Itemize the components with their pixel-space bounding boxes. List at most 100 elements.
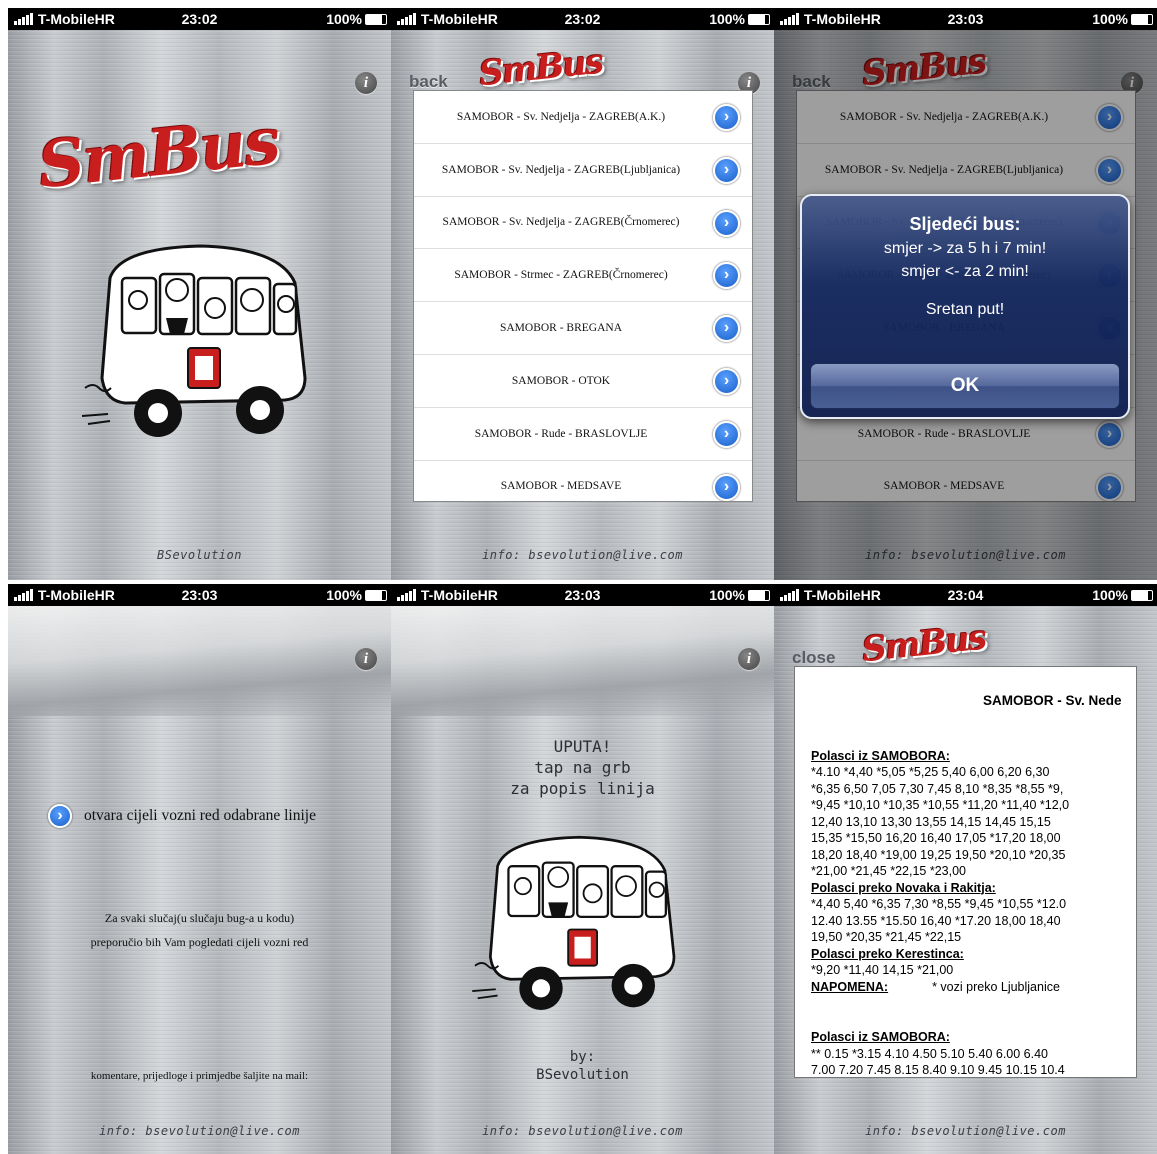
instruction-title: UPUTA! xyxy=(553,737,612,756)
instruction-line: za popis linija xyxy=(510,779,655,798)
note-line: Za svaki slučaj(u slučaju bug-a u kodu) xyxy=(104,911,295,925)
screen-next-bus-alert: T-MobileHR 23:03 100% back SmBus i SAMOB… xyxy=(774,8,1157,580)
route-label: SAMOBOR - BREGANA xyxy=(499,322,623,335)
schedule-line: *9,45 *10,10 *10,35 *10,55 *11,20 *11,40… xyxy=(811,798,1070,812)
screen-timetable: T-MobileHR 23:04 100% close SmBus SAMOBO… xyxy=(774,584,1157,1154)
footer-email: info: bsevolution@live.com xyxy=(865,1124,1066,1138)
status-bar: T-MobileHR 23:02 100% xyxy=(391,8,774,30)
schedule-line: *6,35 6,50 7,05 7,30 7,45 8,10 *8,35 *8,… xyxy=(811,781,1064,796)
footer-email: info: bsevolution@live.com xyxy=(482,548,683,562)
battery-percent: 100% xyxy=(1092,11,1128,27)
battery-icon xyxy=(1131,14,1153,25)
alert-line: smjer -> za 5 h i 7 min! xyxy=(883,240,1047,257)
alert-line: smjer <- za 2 min! xyxy=(901,263,1029,280)
disclosure-icon[interactable]: › xyxy=(713,367,740,395)
disclosure-icon[interactable]: › xyxy=(713,315,740,343)
page-curl[interactable] xyxy=(391,606,774,716)
status-bar: T-MobileHR 23:02 100% xyxy=(8,8,391,30)
route-label: SAMOBOR - Sv. Nedjelja - ZAGREB(Črnomere… xyxy=(442,216,680,229)
status-bar: T-MobileHR 23:03 100% xyxy=(391,584,774,606)
route-row[interactable]: SAMOBOR - Sv. Nedjelja - ZAGREB(A.K.) › xyxy=(414,91,752,144)
author-label: BSevolution xyxy=(536,1067,629,1083)
section-heading: Polasci preko Kerestinca: xyxy=(811,946,964,961)
schedule-line: 15,35 *15,50 16,20 16,40 17,05 *17,20 18… xyxy=(811,831,1061,845)
battery-icon xyxy=(1131,590,1153,601)
hint-text: otvara cijeli vozni red odabrane linije xyxy=(84,807,316,824)
route-label: SAMOBOR - Strmec - ZAGREB(Črnomerec) xyxy=(454,269,668,282)
info-button[interactable]: i xyxy=(738,648,760,670)
battery-percent: 100% xyxy=(709,587,745,603)
route-row[interactable]: SAMOBOR - Rude - BRASLOVLJE › xyxy=(414,408,752,461)
disclosure-icon[interactable]: › xyxy=(713,156,740,184)
timetable-view[interactable]: SAMOBOR - Sv. Nede Polasci iz SAMOBORA: … xyxy=(794,666,1137,1078)
schedule-line: ** 0.15 *3.15 4.10 4.50 5.10 5.40 6.00 6… xyxy=(811,1046,1049,1061)
route-list: SAMOBOR - Sv. Nedjelja - ZAGREB(A.K.) › S… xyxy=(413,90,753,502)
battery-icon xyxy=(365,14,387,25)
battery-percent: 100% xyxy=(326,11,362,27)
route-row[interactable]: SAMOBOR - Sv. Nedjelja - ZAGREB(Črnomere… xyxy=(414,197,752,250)
mail-note: komentare, prijedloge i primjedbe šaljit… xyxy=(90,1070,309,1082)
instruction-line: tap na grb xyxy=(534,758,631,777)
schedule-line: *4.10 *4,40 *5,05 *5,25 5,40 6,00 6,20 6… xyxy=(811,765,1050,779)
section-heading: Polasci preko Novaka i Rakitja: xyxy=(811,880,996,895)
schedule-line: *4,40 5,40 *6,35 7,30 *8,55 *9,45 *10,55… xyxy=(811,897,1067,911)
disclosure-icon[interactable]: › xyxy=(713,420,740,448)
route-label: SAMOBOR - Sv. Nedjelja - ZAGREB(Ljubljan… xyxy=(441,163,681,176)
page-curl[interactable] xyxy=(8,606,391,716)
note-text: * vozi preko Ljubljanice xyxy=(932,979,1060,994)
app-logo: SmBus xyxy=(860,617,987,671)
ok-button[interactable]: OK xyxy=(810,363,1120,409)
route-row[interactable]: SAMOBOR - BREGANA › xyxy=(414,302,752,355)
app-logo: SmBus xyxy=(477,41,604,95)
battery-icon xyxy=(748,14,770,25)
info-button[interactable]: i xyxy=(355,72,377,94)
schedule-line: 12.40 13.55 *15.50 16,40 *17.20 18,00 18… xyxy=(811,913,1061,928)
schedule-line: 12,40 13,10 13,30 13,55 14,15 14,45 15,1… xyxy=(811,814,1051,829)
status-bar: T-MobileHR 23:03 100% xyxy=(774,8,1157,30)
footer-author: BSevolution xyxy=(157,548,242,562)
section-heading: Polasci iz SAMOBORA: xyxy=(811,1030,950,1044)
route-row[interactable]: SAMOBOR - Sv. Nedjelja - ZAGREB(Ljubljan… xyxy=(414,144,752,197)
status-bar: T-MobileHR 23:04 100% xyxy=(774,584,1157,606)
bus-illustration[interactable] xyxy=(469,830,689,1020)
route-label: SAMOBOR - OTOK xyxy=(511,374,611,387)
by-label: by: xyxy=(569,1049,596,1065)
bus-illustration[interactable] xyxy=(80,238,320,448)
timetable-title: SAMOBOR - Sv. Nede xyxy=(983,693,1122,708)
screen-route-list: T-MobileHR 23:02 100% back SmBus i SAMOB… xyxy=(391,8,774,580)
battery-icon xyxy=(748,590,770,601)
note-label: NAPOMENA: xyxy=(811,979,889,994)
route-row[interactable]: SAMOBOR - OTOK › xyxy=(414,355,752,408)
screen-info: T-MobileHR 23:03 100% i › otvara cijeli … xyxy=(8,584,391,1154)
schedule-line: *21,00 *21,45 *22,15 *23,00 xyxy=(811,864,966,878)
route-label: SAMOBOR - MEDSAVE xyxy=(500,480,622,493)
footer-email: info: bsevolution@live.com xyxy=(99,1124,300,1138)
battery-percent: 100% xyxy=(1092,587,1128,603)
disclosure-icon: › xyxy=(48,804,72,828)
route-row[interactable]: SAMOBOR - MEDSAVE › xyxy=(414,461,752,501)
screen-home: T-MobileHR 23:02 100% i SmBus BSevolutio… xyxy=(8,8,391,580)
route-row[interactable]: SAMOBOR - Strmec - ZAGREB(Črnomerec) › xyxy=(414,249,752,303)
battery-icon xyxy=(365,590,387,601)
schedule-line: 7.00 7.20 7.45 8.15 8.40 9.10 9.45 10.15… xyxy=(811,1063,1065,1077)
section-heading: Polasci iz SAMOBORA: xyxy=(811,748,950,763)
note-line: preporučio bih Vam pogledati cijeli vozn… xyxy=(90,935,309,949)
alert-title: Sljedeći bus: xyxy=(909,214,1021,234)
close-button[interactable]: close xyxy=(792,648,835,668)
route-label: SAMOBOR - Rude - BRASLOVLJE xyxy=(474,427,648,440)
info-button[interactable]: i xyxy=(355,648,377,670)
next-bus-alert: Sljedeći bus: smjer -> za 5 h i 7 min! s… xyxy=(800,194,1130,419)
disclosure-icon[interactable]: › xyxy=(713,262,740,290)
route-label: SAMOBOR - Sv. Nedjelja - ZAGREB(A.K.) xyxy=(456,110,666,123)
disclosure-icon[interactable]: › xyxy=(713,473,740,501)
disclosure-icon[interactable]: › xyxy=(713,209,740,237)
battery-percent: 100% xyxy=(709,11,745,27)
status-bar: T-MobileHR 23:03 100% xyxy=(8,584,391,606)
footer-email: info: bsevolution@live.com xyxy=(482,1124,683,1138)
schedule-line: 18,20 18,40 *19,00 19,25 19,50 *20,10 *2… xyxy=(811,847,1066,862)
schedule-line: *9,20 *11,40 14,15 *21,00 xyxy=(811,963,954,977)
alert-line: Sretan put! xyxy=(925,301,1005,318)
disclosure-icon[interactable]: › xyxy=(713,104,740,131)
back-button[interactable]: back xyxy=(409,72,448,92)
schedule-line: 19,50 *20,35 *21,45 *22,15 xyxy=(811,930,962,944)
